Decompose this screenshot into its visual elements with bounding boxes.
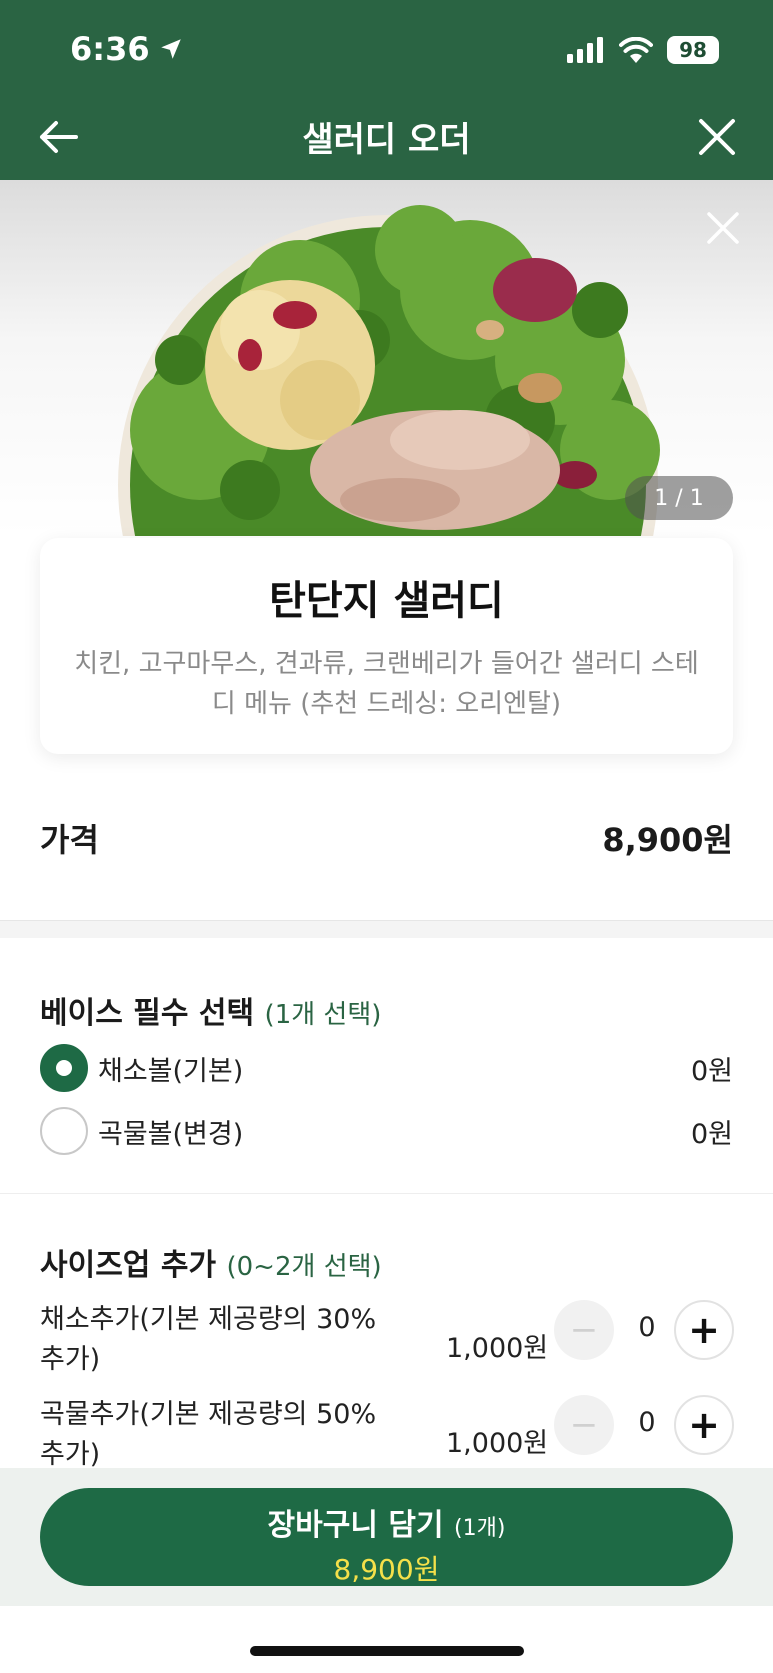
price-row: 가격 8,900원 (40, 815, 733, 861)
add-to-cart-button[interactable]: 장바구니 담기 (1개) 8,900원 (40, 1488, 733, 1586)
product-name: 탄단지 샐러디 (269, 578, 504, 624)
base-section-hint: (1개 선택) (264, 1000, 382, 1030)
signal-icon (567, 37, 603, 63)
cart-button-label: 장바구니 담기 (267, 1508, 444, 1543)
page-title: 샐러디 오더 (302, 120, 471, 160)
addon-price: 1,000원 (446, 1333, 549, 1364)
battery-indicator: 98 (667, 36, 719, 64)
addon-vegetable-extra: 채소추가(기본 제공량의 30% 추가) 1,000원 − 0 + (40, 1300, 734, 1390)
base-option-grain-bowl[interactable]: 곡물볼(변경) 0원 (40, 1106, 733, 1156)
cart-button-count: (1개) (454, 1516, 506, 1541)
addon-quantity: 0 (638, 1407, 656, 1438)
product-info-card: 탄단지 샐러디 치킨, 고구마무스, 견과류, 크랜베리가 들어간 샐러디 스테… (40, 538, 733, 754)
base-option-vegetable-bowl[interactable]: 채소볼(기본) 0원 (40, 1043, 733, 1093)
home-indicator[interactable] (250, 1646, 524, 1656)
addon-label: 채소추가(기본 제공량의 30% 추가) (40, 1304, 377, 1375)
image-counter: 1 / 1 (625, 476, 733, 520)
price-value: 8,900원 (602, 821, 733, 859)
cart-button-total: 8,900원 (333, 1553, 440, 1586)
wifi-icon (619, 37, 653, 63)
sizeup-section-title-text: 사이즈업 추가 (40, 1248, 217, 1283)
base-option-label: 채소볼(기본) (98, 1055, 244, 1087)
image-close-icon[interactable] (703, 208, 743, 248)
status-time: 6:36 (70, 30, 184, 68)
section-divider (0, 920, 773, 938)
base-section-title-text: 베이스 필수 선택 (40, 996, 255, 1031)
price-label: 가격 (40, 821, 99, 859)
section-divider-thin (0, 1193, 773, 1194)
sizeup-section-hint: (0~2개 선택) (226, 1252, 382, 1282)
plus-icon[interactable]: + (674, 1395, 734, 1455)
app-header: 6:36 98 샐러디 오더 (0, 0, 773, 180)
addon-label: 곡물추가(기본 제공량의 50% 추가) (40, 1399, 377, 1470)
radio-selected[interactable] (40, 1044, 88, 1092)
minus-icon[interactable]: − (554, 1300, 614, 1360)
close-icon[interactable] (695, 115, 739, 159)
location-arrow-icon (160, 39, 181, 59)
bottom-action-bar: 장바구니 담기 (1개) 8,900원 (0, 1468, 773, 1606)
minus-icon[interactable]: − (554, 1395, 614, 1455)
base-section-title: 베이스 필수 선택 (1개 선택) (40, 988, 381, 1032)
base-option-price: 0원 (690, 1055, 733, 1087)
plus-icon[interactable]: + (674, 1300, 734, 1360)
status-indicators: 98 (567, 36, 719, 64)
base-option-label: 곡물볼(변경) (98, 1118, 244, 1150)
sizeup-section-title: 사이즈업 추가 (0~2개 선택) (40, 1240, 382, 1284)
addon-quantity: 0 (638, 1312, 656, 1343)
cart-button-label-line: 장바구니 담기 (1개) (40, 1500, 733, 1544)
base-option-price: 0원 (690, 1118, 733, 1150)
radio-unselected[interactable] (40, 1107, 88, 1155)
status-time-text: 6:36 (70, 30, 150, 68)
product-image: 1 / 1 (0, 180, 773, 536)
addon-price: 1,000원 (446, 1428, 549, 1459)
product-description: 치킨, 고구마무스, 견과류, 크랜베리가 들어간 샐러디 스테디 메뉴 (추천… (74, 649, 699, 719)
